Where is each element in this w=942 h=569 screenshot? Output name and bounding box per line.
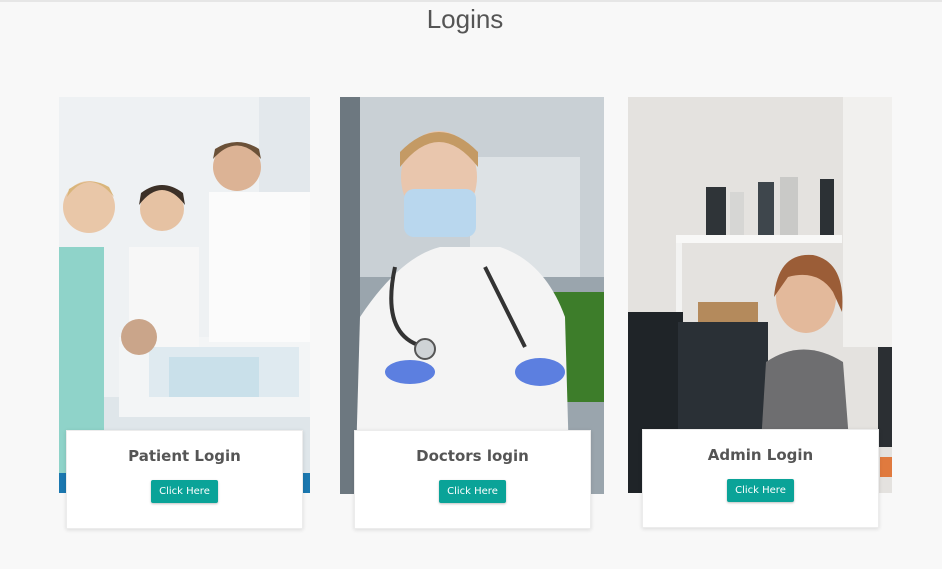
admin-login-panel: Admin Login Click Here (642, 429, 879, 528)
page-title: Logins (426, 4, 504, 34)
doctor-login-title: Doctors login (416, 447, 529, 465)
admin-login-button[interactable]: Click Here (727, 479, 794, 502)
doctor-login-button[interactable]: Click Here (439, 480, 506, 503)
top-divider (0, 0, 942, 2)
patient-login-button[interactable]: Click Here (151, 480, 218, 503)
admin-login-title: Admin Login (707, 446, 814, 464)
patient-login-title: Patient Login (128, 447, 241, 465)
doctor-login-panel: Doctors login Click Here (354, 430, 591, 529)
patient-login-panel: Patient Login Click Here (66, 430, 303, 529)
